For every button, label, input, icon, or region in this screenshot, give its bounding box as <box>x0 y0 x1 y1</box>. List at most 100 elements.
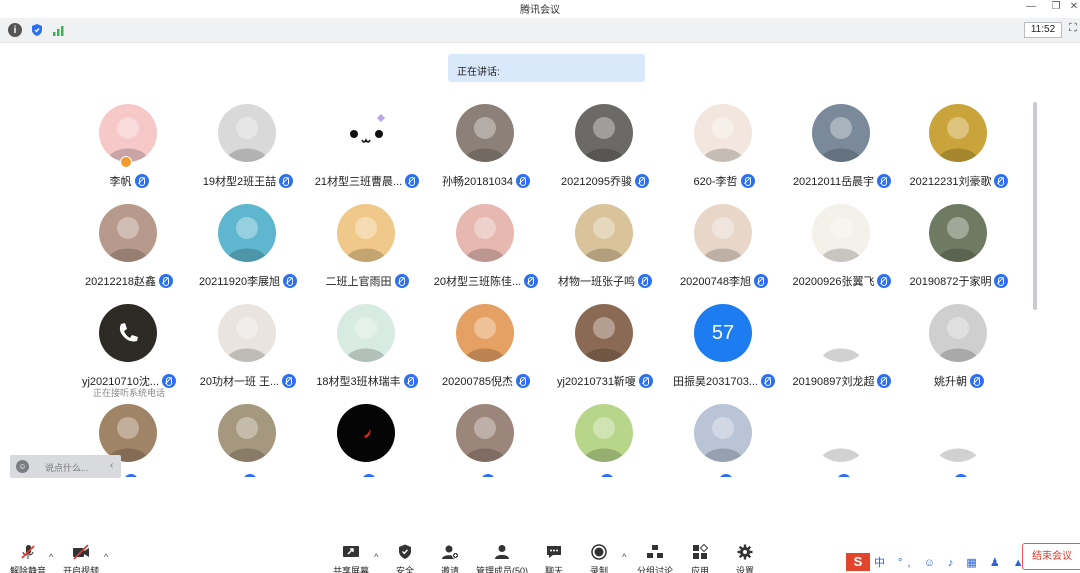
participant-tile[interactable]: 20190897刘龙超 <box>783 304 901 400</box>
end-meeting-button[interactable]: 结束会议 <box>1022 543 1080 570</box>
participant-tile[interactable]: 材物一班张子鸣 <box>546 204 664 300</box>
participant-name: 材物一班张子鸣 <box>558 275 635 288</box>
fullscreen-icon[interactable]: ⛶ <box>1069 22 1077 35</box>
mic-status-icon <box>994 273 1009 288</box>
participant-name: 20190897刘龙超 <box>792 375 875 388</box>
settings-button[interactable]: 设置 <box>717 540 773 573</box>
participant-tile[interactable] <box>308 404 426 477</box>
participant-name: 孙畅20181034 <box>442 175 513 188</box>
participant-name-row: 孙畅20181034 <box>427 172 545 188</box>
participant-tile[interactable]: 20200785倪杰 <box>427 304 545 400</box>
avatar <box>456 104 514 162</box>
avatar <box>337 304 395 362</box>
avatar <box>929 204 987 262</box>
participant-tile[interactable] <box>900 404 1018 477</box>
participant-tile[interactable]: 620-李哲 <box>665 104 783 200</box>
participant-tile[interactable]: 20212231刘豪歌 <box>900 104 1018 200</box>
chat-quick-input[interactable]: ☺ 说点什么... ‹ <box>10 455 121 478</box>
speaking-label: 正在讲话: <box>457 67 500 78</box>
participant-tile[interactable] <box>546 404 664 477</box>
participant-tile[interactable]: yj20210710沈... 正在接听系统电话 <box>70 304 188 400</box>
participant-tile[interactable]: 20211920李展旭 <box>189 204 307 300</box>
participant-tile[interactable]: 孙畅20181034 <box>427 104 545 200</box>
mic-status-icon <box>877 273 892 288</box>
participant-tile[interactable]: 20材型三班陈佳... <box>427 204 545 300</box>
unmute-button[interactable]: 解除静音 <box>0 540 56 573</box>
participant-name-row: 20212231刘豪歌 <box>900 172 1018 188</box>
invite-icon <box>442 545 459 559</box>
emoji-icon[interactable]: ☺ <box>16 460 29 473</box>
ime-toolbar[interactable]: S 中 °, ☺ ♪ ▦ ♟ ▲ ▦ <box>846 553 1047 571</box>
video-options-caret-icon[interactable]: ^ <box>104 552 108 562</box>
participant-tile[interactable]: 20212095乔骏 <box>546 104 664 200</box>
mic-status-icon <box>524 273 539 288</box>
mic-status-icon <box>740 173 755 188</box>
mic-status-icon <box>123 473 138 477</box>
participant-tile[interactable]: 李帆 <box>70 104 188 200</box>
avatar <box>337 104 395 162</box>
mic-status-icon <box>361 473 376 477</box>
participant-tile[interactable]: 二班上官雨田 <box>308 204 426 300</box>
participant-tile[interactable] <box>783 404 901 477</box>
mic-status-icon <box>953 473 968 477</box>
participant-name: yj20210731靳嗄 <box>557 375 636 388</box>
participant-status-text: 正在接听系统电话 <box>92 388 165 398</box>
participant-tile[interactable] <box>189 404 307 477</box>
scrollbar[interactable] <box>1033 102 1037 310</box>
photo-avatar-image <box>929 204 987 262</box>
avatar <box>99 104 157 162</box>
avatar <box>575 304 633 362</box>
participant-tile[interactable]: 姚升朝 <box>900 304 1018 400</box>
invite-button[interactable]: 邀请 <box>422 540 478 573</box>
participant-tile[interactable]: 20212218赵鑫 <box>70 204 188 300</box>
participant-tile[interactable] <box>665 404 783 477</box>
participant-tile[interactable] <box>427 404 545 477</box>
participant-name: 20211920李展旭 <box>198 275 281 288</box>
participant-tile[interactable]: 20200748李旭 <box>665 204 783 300</box>
participant-tile[interactable]: 19材型2班王喆 <box>189 104 307 200</box>
chevron-left-icon[interactable]: ‹ <box>110 460 113 471</box>
participant-tile[interactable]: 57 田振昊2031703... <box>665 304 783 400</box>
participant-tile[interactable]: 18材型3班林瑞丰 <box>308 304 426 400</box>
share-screen-button[interactable]: 共享屏幕 <box>323 540 379 573</box>
participant-tile[interactable]: 21材型三班曹晨... <box>308 104 426 200</box>
minimize-icon[interactable]: — <box>1024 1 1038 12</box>
participant-name-row <box>189 472 307 477</box>
shield-icon[interactable] <box>30 23 44 37</box>
signal-icon[interactable] <box>52 23 66 37</box>
avatar <box>456 404 514 462</box>
record-options-caret-icon[interactable]: ^ <box>622 552 626 562</box>
rider-avatar-image <box>812 104 870 162</box>
participant-name-row <box>783 472 901 477</box>
number-avatar-image: 57 <box>711 321 735 344</box>
chat-placeholder: 说点什么... <box>45 463 89 473</box>
panda-avatar-image <box>812 404 870 462</box>
mic-status-icon <box>599 473 614 477</box>
mic-status-icon <box>283 273 298 288</box>
chat-icon <box>547 546 561 558</box>
close-icon[interactable]: ✕ <box>1067 1 1080 12</box>
astronaut-avatar-image <box>218 204 276 262</box>
avatar <box>575 404 633 462</box>
bw-avatar-image <box>929 304 987 362</box>
start-video-button[interactable]: 开启视频 <box>53 540 109 573</box>
avatar <box>99 204 157 262</box>
manage-members-button[interactable]: 管理成员(50) <box>474 540 530 573</box>
record-button[interactable]: 录制 <box>571 540 627 573</box>
title-bar: 腾讯会议 — ❐ ✕ <box>0 0 1080 16</box>
avatar <box>929 104 987 162</box>
restore-icon[interactable]: ❐ <box>1049 1 1063 12</box>
participant-tile[interactable]: 20功材一班 王... <box>189 304 307 400</box>
participant-tile[interactable]: 20190872于家明 <box>900 204 1018 300</box>
participant-tile[interactable]: 20212011岳晨宇 <box>783 104 901 200</box>
participant-name-row: 二班上官雨田 <box>308 272 426 288</box>
participant-tile[interactable]: yj20210731靳嗄 <box>546 304 664 400</box>
silhouette-avatar-image <box>694 404 752 462</box>
info-icon[interactable]: i <box>8 23 22 37</box>
participant-name: 李帆 <box>109 175 132 188</box>
gold-avatar-image <box>929 104 987 162</box>
avatar <box>575 104 633 162</box>
mic-status-icon <box>403 373 418 388</box>
participant-name: 20材型三班陈佳... <box>433 275 522 288</box>
participant-tile[interactable]: 20200926张翼飞 <box>783 204 901 300</box>
